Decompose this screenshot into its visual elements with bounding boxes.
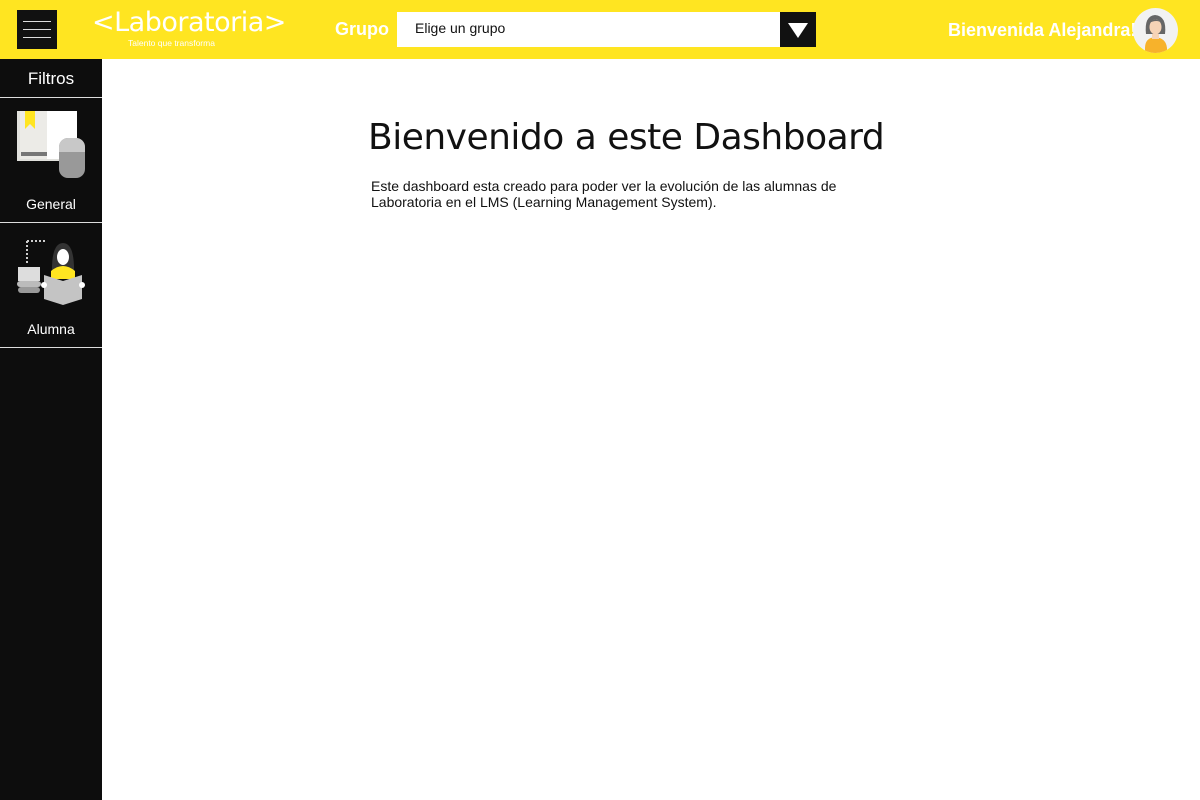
book-mouse-icon [17, 111, 85, 178]
page-description: Este dashboard esta creado para poder ve… [371, 178, 837, 210]
page-title: Bienvenido a este Dashboard [368, 117, 885, 158]
student-reading-icon [17, 240, 85, 305]
group-label: Grupo [335, 19, 389, 39]
logo: <Laboratoria> [92, 7, 286, 38]
hamburger-menu-button[interactable] [17, 10, 57, 49]
sidebar-item-label: General [26, 196, 76, 212]
sidebar: Filtros General Alumna [0, 59, 102, 800]
header: <Laboratoria> Talento que transforma Gru… [0, 0, 1200, 59]
avatar[interactable] [1133, 8, 1178, 53]
sidebar-item-label: Alumna [27, 321, 75, 337]
chevron-down-icon[interactable] [780, 12, 816, 47]
group-select[interactable]: Elige un grupo [397, 12, 816, 47]
group-select-value: Elige un grupo [415, 20, 506, 36]
sidebar-title: Filtros [0, 59, 102, 98]
sidebar-item-alumna[interactable]: Alumna [0, 223, 102, 348]
main-content: Bienvenido a este Dashboard Este dashboa… [368, 117, 885, 210]
logo-tagline: Talento que transforma [128, 38, 215, 48]
welcome-text: Bienvenida Alejandra! [948, 20, 1137, 40]
sidebar-item-general[interactable]: General [0, 98, 102, 223]
user-avatar-icon [1145, 15, 1167, 53]
